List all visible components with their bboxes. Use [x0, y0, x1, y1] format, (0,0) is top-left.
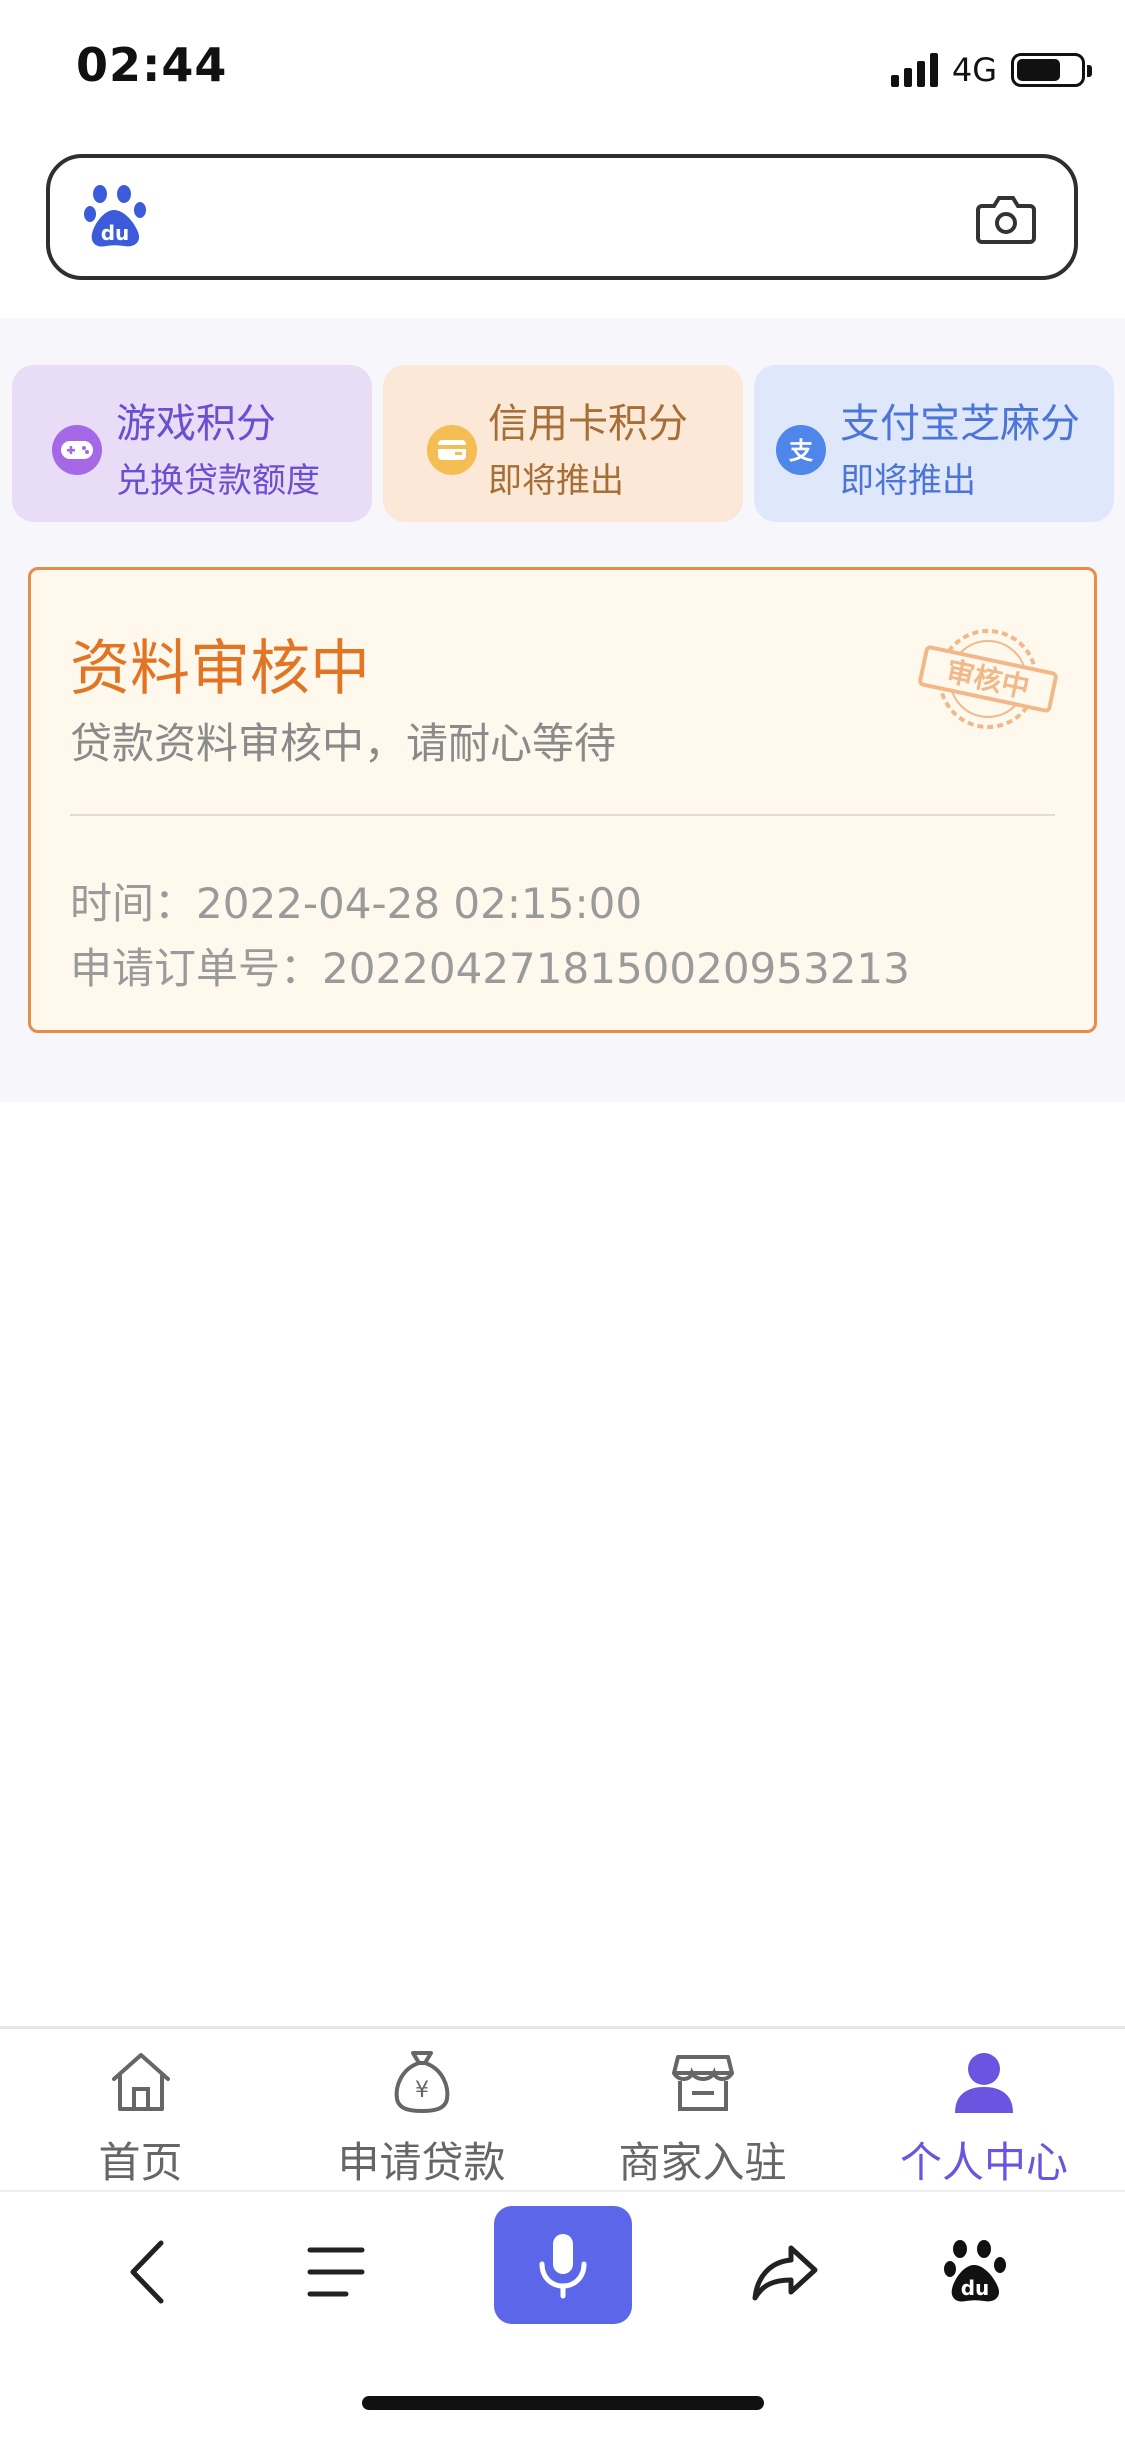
feature-subtitle: 兑换贷款额度	[116, 461, 320, 501]
home-indicator	[362, 2396, 764, 2410]
voice-search-button[interactable]	[494, 2206, 632, 2324]
svg-text:支: 支	[789, 437, 814, 465]
gamepad-icon	[52, 425, 102, 475]
battery-icon	[1011, 53, 1092, 87]
svg-text:du: du	[961, 2276, 990, 2300]
alipay-icon: 支	[776, 425, 826, 475]
share-button[interactable]	[736, 2222, 836, 2322]
svg-text:du: du	[101, 221, 130, 245]
share-icon	[752, 2245, 818, 2301]
tab-label: 首页	[98, 2138, 183, 2187]
money-bag-icon: ¥	[394, 2051, 449, 2114]
review-title: 资料审核中	[70, 634, 370, 704]
back-button[interactable]	[98, 2222, 198, 2322]
tab-label: 个人中心	[899, 2138, 1068, 2187]
tab-label: 商家入驻	[618, 2138, 787, 2187]
store-icon	[671, 2055, 734, 2111]
feature-title: 支付宝芝麻分	[840, 401, 1080, 447]
baidu-paw-icon: du	[944, 2240, 1006, 2302]
review-status-card: 资料审核中 贷款资料审核中，请耐心等待 审核中 时间：2022-04-28 02…	[28, 567, 1097, 1033]
wallet-card-icon	[427, 425, 477, 475]
home-icon	[111, 2053, 170, 2111]
feature-subtitle: 即将推出	[488, 461, 624, 501]
feature-card-credit-points[interactable]: 信用卡积分 即将推出	[383, 365, 743, 522]
tab-personal-center[interactable]: 个人中心	[843, 2029, 1125, 2191]
feature-title: 信用卡积分	[488, 401, 688, 447]
user-icon	[955, 2053, 1013, 2113]
bottom-tab-bar: 首页 ¥ 申请贷款 商家入驻 个人中心	[0, 2026, 1125, 2191]
svg-text:¥: ¥	[415, 2078, 429, 2103]
review-time: 时间：2022-04-28 02:15:00	[70, 879, 643, 928]
feature-title: 游戏积分	[116, 401, 276, 447]
review-description: 贷款资料审核中，请耐心等待	[70, 719, 617, 768]
status-time: 02:44	[76, 38, 228, 92]
tab-label: 申请贷款	[337, 2138, 506, 2187]
microphone-icon	[539, 2234, 587, 2299]
signal-icon	[890, 53, 938, 87]
tab-home[interactable]: 首页	[0, 2029, 281, 2191]
tab-apply-loan[interactable]: ¥ 申请贷款	[281, 2029, 562, 2191]
menu-button[interactable]	[286, 2222, 386, 2322]
baidu-home-button[interactable]: du	[926, 2222, 1026, 2322]
search-bar[interactable]: du	[46, 154, 1078, 280]
menu-icon	[307, 2247, 365, 2297]
review-order-number: 申请订单号：20220427181500209532​13	[70, 944, 910, 993]
divider	[70, 814, 1055, 816]
feature-subtitle: 即将推出	[840, 461, 976, 501]
baidu-paw-icon: du	[84, 185, 146, 247]
network-type: 4G	[951, 51, 997, 89]
status-indicators: 4G	[890, 48, 1092, 92]
review-stamp-icon: 审核中	[918, 629, 1058, 729]
feature-card-game-points[interactable]: 游戏积分 兑换贷款额度	[12, 365, 372, 522]
chevron-left-icon	[130, 2240, 164, 2304]
camera-icon[interactable]	[976, 190, 1036, 246]
tab-merchant-join[interactable]: 商家入驻	[562, 2029, 843, 2191]
feature-card-alipay-score[interactable]: 支 支付宝芝麻分 即将推出	[754, 365, 1114, 522]
status-bar: 02:44 4G	[0, 0, 1125, 130]
